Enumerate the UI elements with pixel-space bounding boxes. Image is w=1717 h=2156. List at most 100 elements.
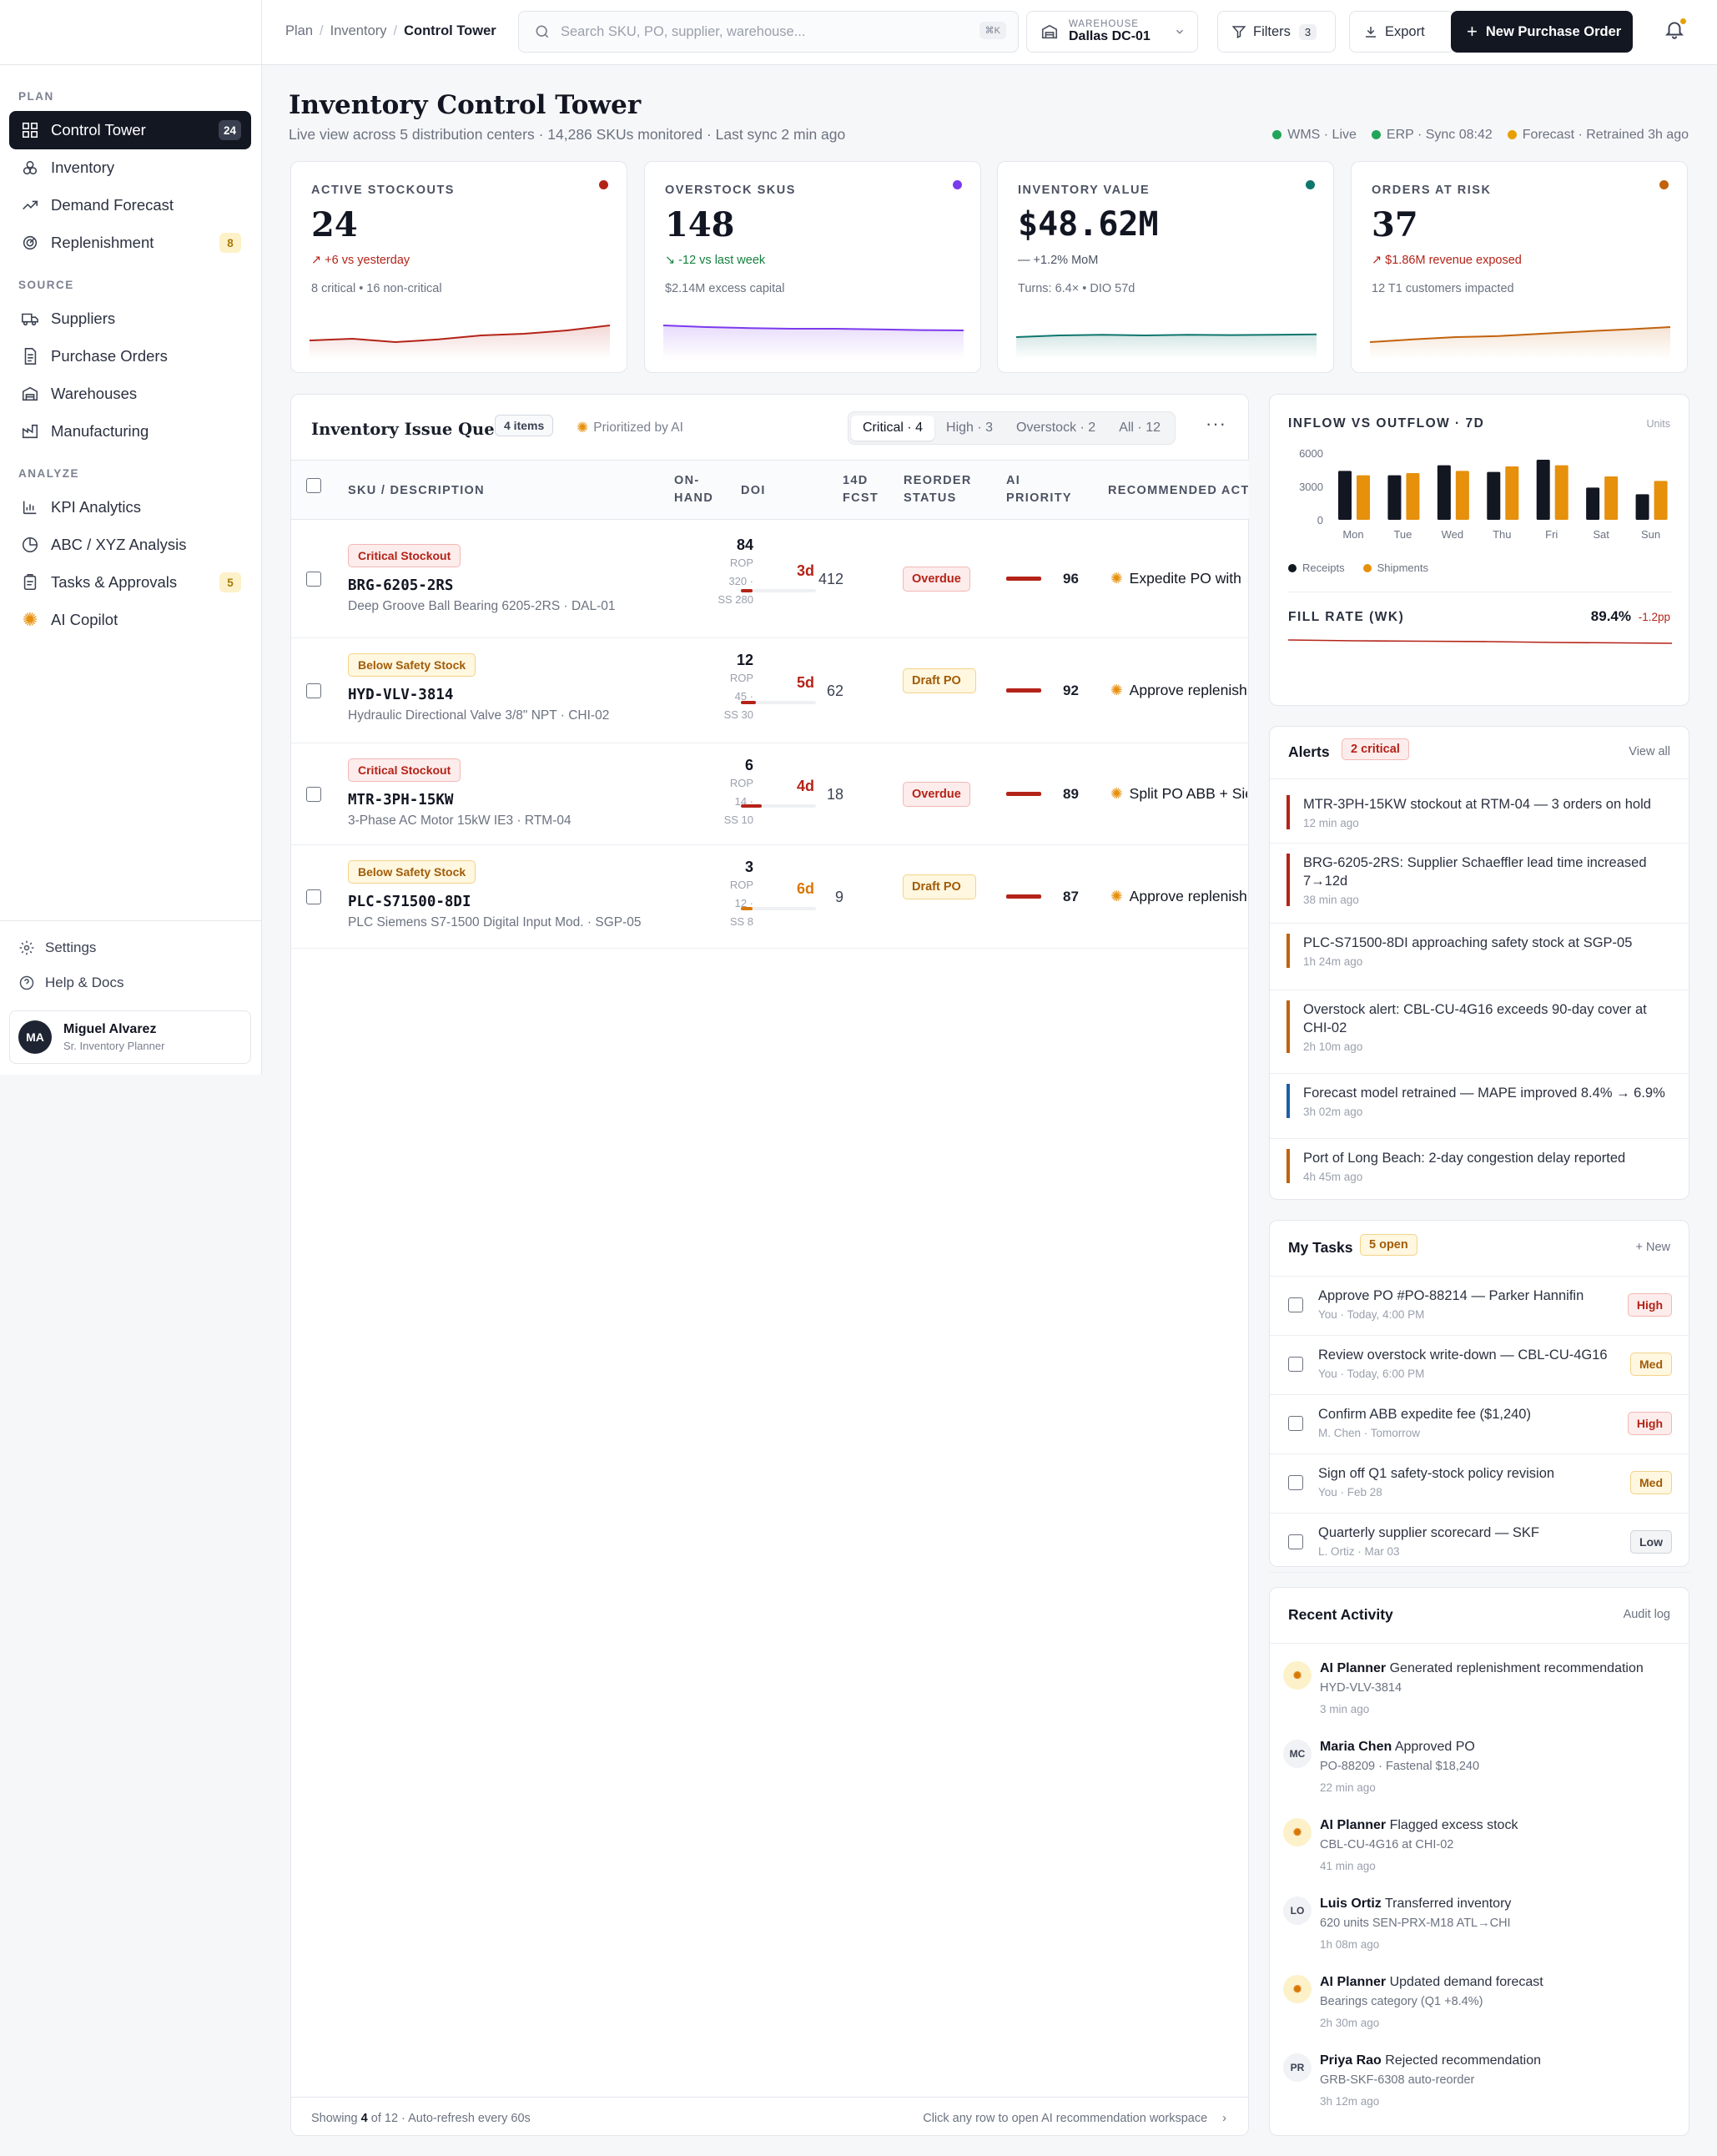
y-tick-label: 3000: [1299, 481, 1323, 493]
alerts-card: Alerts 2 critical View all MTR-3PH-15KW …: [1269, 726, 1690, 1200]
user-avatar: PR: [1283, 2053, 1312, 2082]
sidebar-item-abc-xyz-analysis[interactable]: ABC / XYZ Analysis: [9, 526, 251, 564]
table-row[interactable]: Critical Stockout BRG-6205-2RS Deep Groove…: [291, 520, 1249, 638]
task-checkbox[interactable]: [1288, 1475, 1303, 1490]
activity-item[interactable]: PR Priya Rao Rejected recommendation GRB-S…: [1283, 2053, 1684, 2120]
alert-item[interactable]: Forecast model retrained — MAPE improved…: [1270, 1084, 1690, 1139]
task-meta: M. Chen · Tomorrow: [1318, 1427, 1421, 1439]
filters-label: Filters: [1253, 23, 1291, 39]
queue-filter-tabs: Critical · 4 High · 3 Overstock · 2 All …: [848, 411, 1176, 445]
export-button[interactable]: Export: [1349, 11, 1454, 53]
alerts-view-all[interactable]: View all: [1629, 745, 1670, 758]
task-item[interactable]: Review overstock write-down — CBL-CU-4G1…: [1270, 1336, 1690, 1395]
activity-item[interactable]: ✺ AI Planner Generated replenishment reco…: [1283, 1661, 1684, 1728]
tab-critical[interactable]: Critical · 4: [851, 416, 935, 441]
kpi-card[interactable]: OVERSTOCK SKUS 148 ↘ -12 vs last week $2.14…: [644, 161, 981, 373]
ai-prioritized-label: Prioritized by AI: [593, 421, 683, 435]
recommended-action[interactable]: ✺ Split PO ABB + Sie: [1110, 785, 1247, 803]
sidebar-item-warehouses[interactable]: Warehouses: [9, 375, 251, 413]
table-row[interactable]: Critical Stockout MTR-3PH-15KW 3-Phase AC …: [291, 743, 1249, 845]
user-card[interactable]: MA Miguel Alvarez Sr. Inventory Planner: [9, 1010, 251, 1064]
row-checkbox[interactable]: [306, 889, 321, 904]
status-dot: [1371, 130, 1381, 139]
bar-shipments-sat: [1604, 476, 1619, 520]
activity-detail: PO-88209 · Fastenal $18,240: [1320, 1760, 1480, 1773]
recommended-action[interactable]: ✺ Approve replenish: [1110, 888, 1247, 905]
recommended-action[interactable]: ✺ Approve replenish: [1110, 682, 1247, 699]
task-item[interactable]: Confirm ABB expedite fee ($1,240) M. Chen…: [1270, 1395, 1690, 1454]
filters-count: 3: [1298, 23, 1317, 40]
y-tick-label: 6000: [1299, 447, 1323, 460]
sidebar-item-label: ABC / XYZ Analysis: [51, 536, 187, 553]
kpi-value: 24: [311, 205, 358, 244]
row-checkbox[interactable]: [306, 683, 321, 698]
breadcrumb-plan[interactable]: Plan: [285, 23, 313, 38]
alerts-title: Alerts: [1288, 743, 1330, 760]
legend-receipts: Receipts: [1288, 562, 1345, 574]
sidebar-item-kpi-analytics[interactable]: KPI Analytics: [9, 488, 251, 526]
kpi-card[interactable]: ORDERS AT RISK 37 ↗ $1.86M revenue exposed…: [1351, 161, 1688, 373]
search-input[interactable]: Search SKU, PO, supplier, warehouse... ⌘…: [518, 11, 1019, 53]
activity-item[interactable]: ✺ AI Planner Flagged excess stock CBL-CU-4…: [1283, 1818, 1684, 1885]
tab-all[interactable]: All · 12: [1107, 416, 1172, 441]
alert-item[interactable]: PLC-S71500-8DI approaching safety stock …: [1270, 934, 1690, 990]
alert-text: Port of Long Beach: 2-day congestion del…: [1303, 1151, 1626, 1166]
sidebar-item-purchase-orders[interactable]: Purchase Orders: [9, 337, 251, 375]
task-checkbox[interactable]: [1288, 1534, 1303, 1549]
gear-icon: [19, 940, 34, 955]
kpi-card[interactable]: ACTIVE STOCKOUTS 24 ↗ +6 vs yesterday 8 cri…: [290, 161, 627, 373]
queue-footer-hint[interactable]: Click any row to open AI recommendation …: [923, 2112, 1226, 2125]
activity-item[interactable]: MC Maria Chen Approved PO PO-88209 · Faste…: [1283, 1740, 1684, 1806]
activity-item[interactable]: ✺ AI Planner Updated demand forecast Beari…: [1283, 1975, 1684, 2042]
tab-overstock[interactable]: Overstock · 2: [1005, 416, 1107, 441]
task-checkbox[interactable]: [1288, 1416, 1303, 1431]
help-link[interactable]: Help & Docs: [18, 975, 123, 991]
warehouse-select[interactable]: WAREHOUSE Dallas DC-01: [1026, 11, 1198, 53]
activity-item[interactable]: LO Luis Ortiz Transferred inventory 620 un…: [1283, 1897, 1684, 1963]
task-checkbox[interactable]: [1288, 1297, 1303, 1312]
alert-item[interactable]: BRG-6205-2RS: Supplier Schaeffler lead t…: [1270, 854, 1690, 924]
audit-log-link[interactable]: Audit log: [1624, 1608, 1670, 1621]
sparkle-icon: ✺: [1110, 888, 1123, 904]
sidebar-item-inventory[interactable]: Inventory: [9, 149, 251, 187]
sidebar-item-label: Tasks & Approvals: [51, 573, 178, 591]
row-checkbox[interactable]: [306, 572, 321, 587]
sparkle-icon: ✺: [1110, 570, 1123, 587]
select-all-checkbox[interactable]: [306, 478, 321, 493]
task-item[interactable]: Approve PO #PO-88214 — Parker Hannifin Yo…: [1270, 1277, 1690, 1336]
search-icon: [536, 25, 549, 38]
sidebar-item-manufacturing[interactable]: Manufacturing: [9, 412, 251, 451]
kpi-card[interactable]: INVENTORY VALUE $48.62M — +1.2% MoM Turns: …: [997, 161, 1334, 373]
notifications-button[interactable]: [1664, 17, 1690, 45]
recommended-action[interactable]: ✺ Expedite PO with: [1110, 570, 1247, 587]
settings-link[interactable]: Settings: [18, 939, 96, 956]
task-checkbox[interactable]: [1288, 1357, 1303, 1372]
new-task-button[interactable]: + New: [1635, 1241, 1670, 1254]
alert-item[interactable]: MTR-3PH-15KW stockout at RTM-04 — 3 orde…: [1270, 795, 1690, 844]
table-row[interactable]: Below Safety Stock HYD-VLV-3814 Hydraulic …: [291, 638, 1249, 743]
doi-bar-fill: [741, 589, 753, 592]
breadcrumb-inventory[interactable]: Inventory: [330, 23, 387, 38]
tab-high[interactable]: High · 3: [934, 416, 1005, 441]
new-purchase-order-button[interactable]: + New Purchase Order: [1451, 11, 1633, 53]
more-options-icon[interactable]: ···: [1206, 413, 1226, 435]
sidebar-item-ai-copilot[interactable]: ✺ AI Copilot: [9, 601, 251, 639]
alert-time: 12 min ago: [1303, 817, 1359, 829]
warehouse-label: WAREHOUSE: [1069, 19, 1139, 29]
table-row[interactable]: Below Safety Stock PLC-S71500-8DI PLC Siem…: [291, 845, 1249, 949]
alert-item[interactable]: Overstock alert: CBL-CU-4G16 exceeds 90-…: [1270, 1000, 1690, 1074]
sidebar-item-tasks-approvals[interactable]: Tasks & Approvals 5: [9, 563, 251, 602]
sidebar-item-demand-forecast[interactable]: Demand Forecast: [9, 186, 251, 224]
row-checkbox[interactable]: [306, 787, 321, 802]
task-item[interactable]: Sign off Q1 safety-stock policy revision…: [1270, 1454, 1690, 1514]
kpi-delta: ↘ -12 vs last week: [665, 254, 766, 267]
sidebar-item-suppliers[interactable]: Suppliers: [9, 300, 251, 338]
filters-button[interactable]: Filters 3: [1217, 11, 1336, 53]
doi-bar: [741, 589, 816, 592]
sidebar-item-replenishment[interactable]: Replenishment 8: [9, 224, 251, 262]
task-item[interactable]: Quarterly supplier scorecard — SKF L. Ort…: [1270, 1514, 1690, 1573]
task-meta: You · Today, 4:00 PM: [1318, 1308, 1425, 1321]
inventory-icon: [23, 160, 38, 175]
sidebar-item-control-tower[interactable]: Control Tower 24: [9, 111, 251, 149]
alert-item[interactable]: Port of Long Beach: 2-day congestion del…: [1286, 1149, 1679, 1183]
